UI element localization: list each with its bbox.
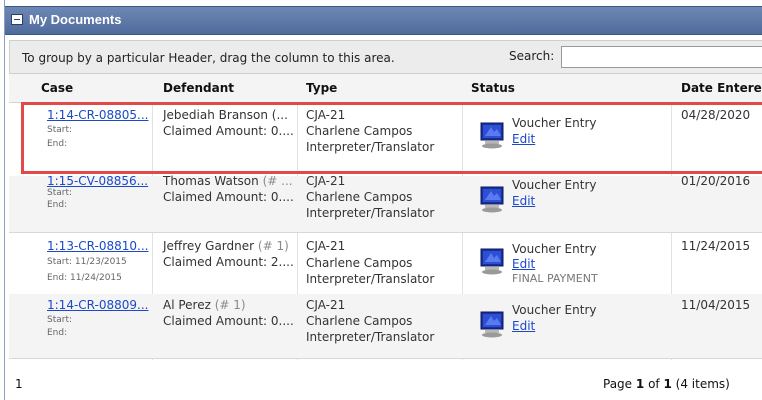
date-entered: 11/24/2015 — [681, 239, 751, 253]
case-end: End: 11/24/2015 — [47, 273, 122, 283]
final-payment-note: FINAL PAYMENT — [512, 272, 598, 285]
provider-name: Charlene Campos — [306, 190, 413, 204]
case-link[interactable]: 1:13-CR-08810... — [47, 238, 148, 254]
table-row[interactable]: 1:13-CR-08810... Start: 11/23/2015 End: … — [9, 232, 762, 295]
claimed-amount: Claimed Amount: 2.... — [163, 255, 294, 269]
edit-link[interactable]: Edit — [512, 256, 535, 272]
search-input[interactable] — [561, 46, 762, 68]
case-end: End: — [47, 328, 68, 338]
defendant-name: Al Perez (# 1) — [163, 298, 246, 312]
group-by-area[interactable]: To group by a particular Header, drag th… — [9, 40, 762, 74]
claimed-amount: Claimed Amount: 0.... — [163, 124, 294, 138]
edit-link[interactable]: Edit — [512, 318, 535, 334]
voucher-type: CJA-21 — [306, 239, 346, 253]
voucher-type: CJA-21 — [306, 174, 346, 188]
case-link[interactable]: 1:14-CR-08809... — [47, 297, 148, 313]
provider-role: Interpreter/Translator — [306, 330, 435, 344]
voucher-type: CJA-21 — [306, 108, 346, 122]
status-text: Voucher Entry — [512, 242, 597, 256]
column-header-date-entered[interactable]: Date Entere — [681, 81, 762, 95]
status-text: Voucher Entry — [512, 116, 597, 130]
provider-name: Charlene Campos — [306, 314, 413, 328]
case-start: Start: 11/23/2015 — [47, 257, 127, 267]
case-end: End: — [47, 139, 68, 149]
collapse-icon[interactable] — [11, 14, 23, 25]
column-header-type[interactable]: Type — [306, 81, 337, 95]
status-text: Voucher Entry — [512, 303, 597, 317]
defendant-number: (# ... — [262, 174, 293, 188]
defendant-name: Jebediah Branson (... — [163, 108, 288, 122]
edit-link[interactable]: Edit — [512, 193, 535, 209]
status-text: Voucher Entry — [512, 178, 597, 192]
case-start: Start: — [47, 188, 73, 198]
table-row[interactable]: 1:14-CR-08809... Start: End: Al Perez (#… — [9, 294, 762, 359]
table-row[interactable]: 1:15-CV-08856... Start: End: Thomas Wats… — [9, 174, 762, 233]
provider-role: Interpreter/Translator — [306, 272, 435, 286]
pager-info: Page 1 of 1 (4 items) — [603, 377, 730, 391]
computer-icon — [480, 122, 504, 149]
case-start: Start: — [47, 315, 73, 325]
computer-icon — [480, 311, 504, 338]
defendant-number: (# 1) — [257, 239, 289, 253]
column-header-defendant[interactable]: Defendant — [163, 81, 234, 95]
computer-icon — [480, 186, 504, 213]
computer-icon — [480, 248, 504, 275]
case-start: Start: — [47, 125, 73, 135]
provider-name: Charlene Campos — [306, 124, 413, 138]
column-header-case[interactable]: Case — [41, 81, 73, 95]
date-entered: 04/28/2020 — [681, 108, 751, 122]
provider-role: Interpreter/Translator — [306, 206, 435, 220]
search-label: Search: — [509, 49, 555, 63]
defendant-name: Thomas Watson (# ... — [163, 174, 293, 188]
provider-name: Charlene Campos — [306, 256, 413, 270]
my-documents-panel: My Documents To group by a particular He… — [4, 0, 762, 400]
column-header-status[interactable]: Status — [471, 81, 515, 95]
table-row[interactable]: 1:14-CR-08805... Start: End: Jebediah Br… — [9, 102, 762, 177]
case-end: End: — [47, 200, 68, 210]
table-header: Case Defendant Type Status Date Entere — [9, 74, 762, 103]
defendant-name: Jeffrey Gardner (# 1) — [163, 239, 289, 253]
claimed-amount: Claimed Amount: 0.... — [163, 314, 294, 328]
panel-titlebar[interactable]: My Documents — [5, 6, 762, 35]
voucher-type: CJA-21 — [306, 298, 346, 312]
group-by-hint: To group by a particular Header, drag th… — [22, 51, 395, 65]
page-number-link[interactable]: 1 — [15, 377, 23, 391]
defendant-number: (# 1) — [214, 298, 246, 312]
date-entered: 11/04/2015 — [681, 298, 751, 312]
date-entered: 01/20/2016 — [681, 174, 751, 188]
case-link[interactable]: 1:14-CR-08805... — [47, 107, 148, 123]
claimed-amount: Claimed Amount: 0.... — [163, 190, 294, 204]
panel-title: My Documents — [29, 12, 122, 27]
edit-link[interactable]: Edit — [512, 131, 535, 147]
provider-role: Interpreter/Translator — [306, 140, 435, 154]
